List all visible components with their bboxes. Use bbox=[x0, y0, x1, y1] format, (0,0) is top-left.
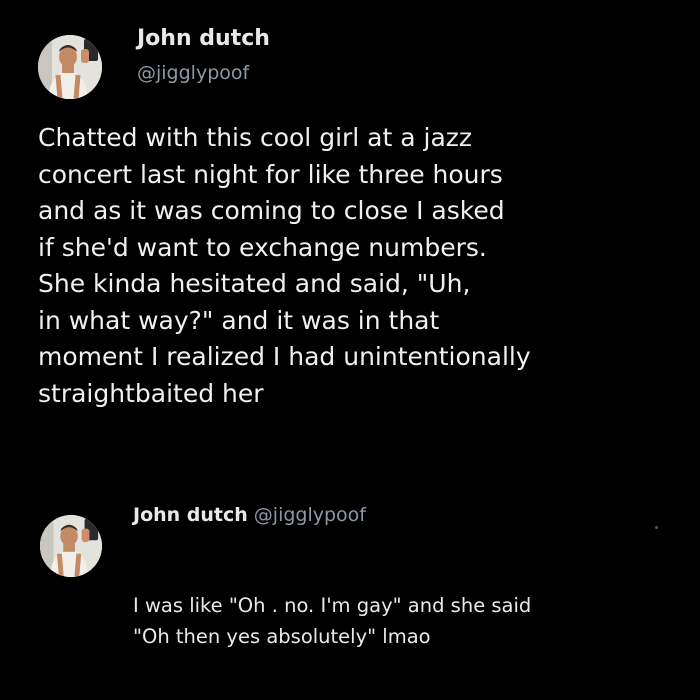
avatar[interactable] bbox=[38, 35, 102, 99]
tweet-text: Chatted with this cool girl at a jazz co… bbox=[38, 123, 531, 408]
author-display-name[interactable]: John dutch bbox=[137, 26, 270, 51]
reply-header: John dutch @jigglypoof bbox=[133, 504, 366, 526]
author-display-name[interactable]: John dutch bbox=[133, 504, 248, 526]
profile-photo-icon bbox=[38, 35, 102, 99]
author-handle[interactable]: @jigglypoof bbox=[254, 504, 366, 526]
author-handle[interactable]: @jigglypoof bbox=[137, 62, 249, 84]
decorative-dot bbox=[655, 526, 658, 529]
profile-photo-icon bbox=[40, 515, 102, 577]
reply-text: I was like "Oh . no. I'm gay" and she sa… bbox=[133, 594, 532, 648]
main-tweet: John dutch @jigglypoof Chatted with this… bbox=[0, 0, 700, 480]
avatar[interactable] bbox=[40, 515, 102, 577]
